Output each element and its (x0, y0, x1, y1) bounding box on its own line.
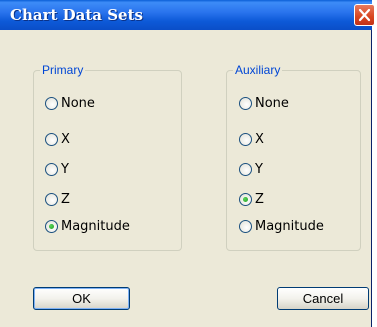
radio-button-icon[interactable] (239, 192, 252, 206)
radio-button-icon[interactable] (239, 132, 252, 146)
dialog-title: Chart Data Sets (10, 6, 143, 24)
title-bar[interactable]: Chart Data Sets (0, 0, 375, 30)
auxiliary-radio-none[interactable]: None (239, 94, 289, 112)
primary-radio-magnitude[interactable]: Magnitude (45, 217, 130, 235)
radio-label: Magnitude (255, 218, 324, 234)
radio-button-icon[interactable] (45, 219, 58, 233)
chart-data-sets-dialog: Chart Data Sets Primary Auxiliary OK Can… (0, 0, 375, 327)
radio-button-icon[interactable] (45, 162, 58, 176)
cancel-button[interactable]: Cancel (277, 287, 369, 310)
auxiliary-radio-x[interactable]: X (239, 130, 264, 148)
radio-label: Z (61, 191, 70, 207)
primary-radio-z[interactable]: Z (45, 190, 70, 208)
primary-radio-y[interactable]: Y (45, 160, 69, 178)
radio-button-icon[interactable] (239, 96, 252, 110)
radio-button-icon[interactable] (239, 162, 252, 176)
radio-label: Magnitude (61, 218, 130, 234)
radio-label: X (61, 131, 70, 147)
radio-label: Y (61, 161, 69, 177)
radio-label: None (61, 95, 95, 111)
primary-radio-x[interactable]: X (45, 130, 70, 148)
close-icon (358, 8, 371, 22)
primary-radio-none[interactable]: None (45, 94, 95, 112)
radio-label: None (255, 95, 289, 111)
close-button[interactable] (354, 4, 375, 26)
radio-label: Y (255, 161, 263, 177)
radio-label: X (255, 131, 264, 147)
radio-button-icon[interactable] (45, 192, 58, 206)
auxiliary-radio-z[interactable]: Z (239, 190, 264, 208)
primary-legend: Primary (42, 63, 84, 77)
radio-button-icon[interactable] (239, 219, 252, 233)
auxiliary-legend: Auxiliary (235, 63, 281, 77)
auxiliary-radio-magnitude[interactable]: Magnitude (239, 217, 324, 235)
radio-label: Z (255, 191, 264, 207)
ok-button[interactable]: OK (33, 287, 130, 310)
radio-button-icon[interactable] (45, 132, 58, 146)
auxiliary-radio-y[interactable]: Y (239, 160, 263, 178)
radio-button-icon[interactable] (45, 96, 58, 110)
